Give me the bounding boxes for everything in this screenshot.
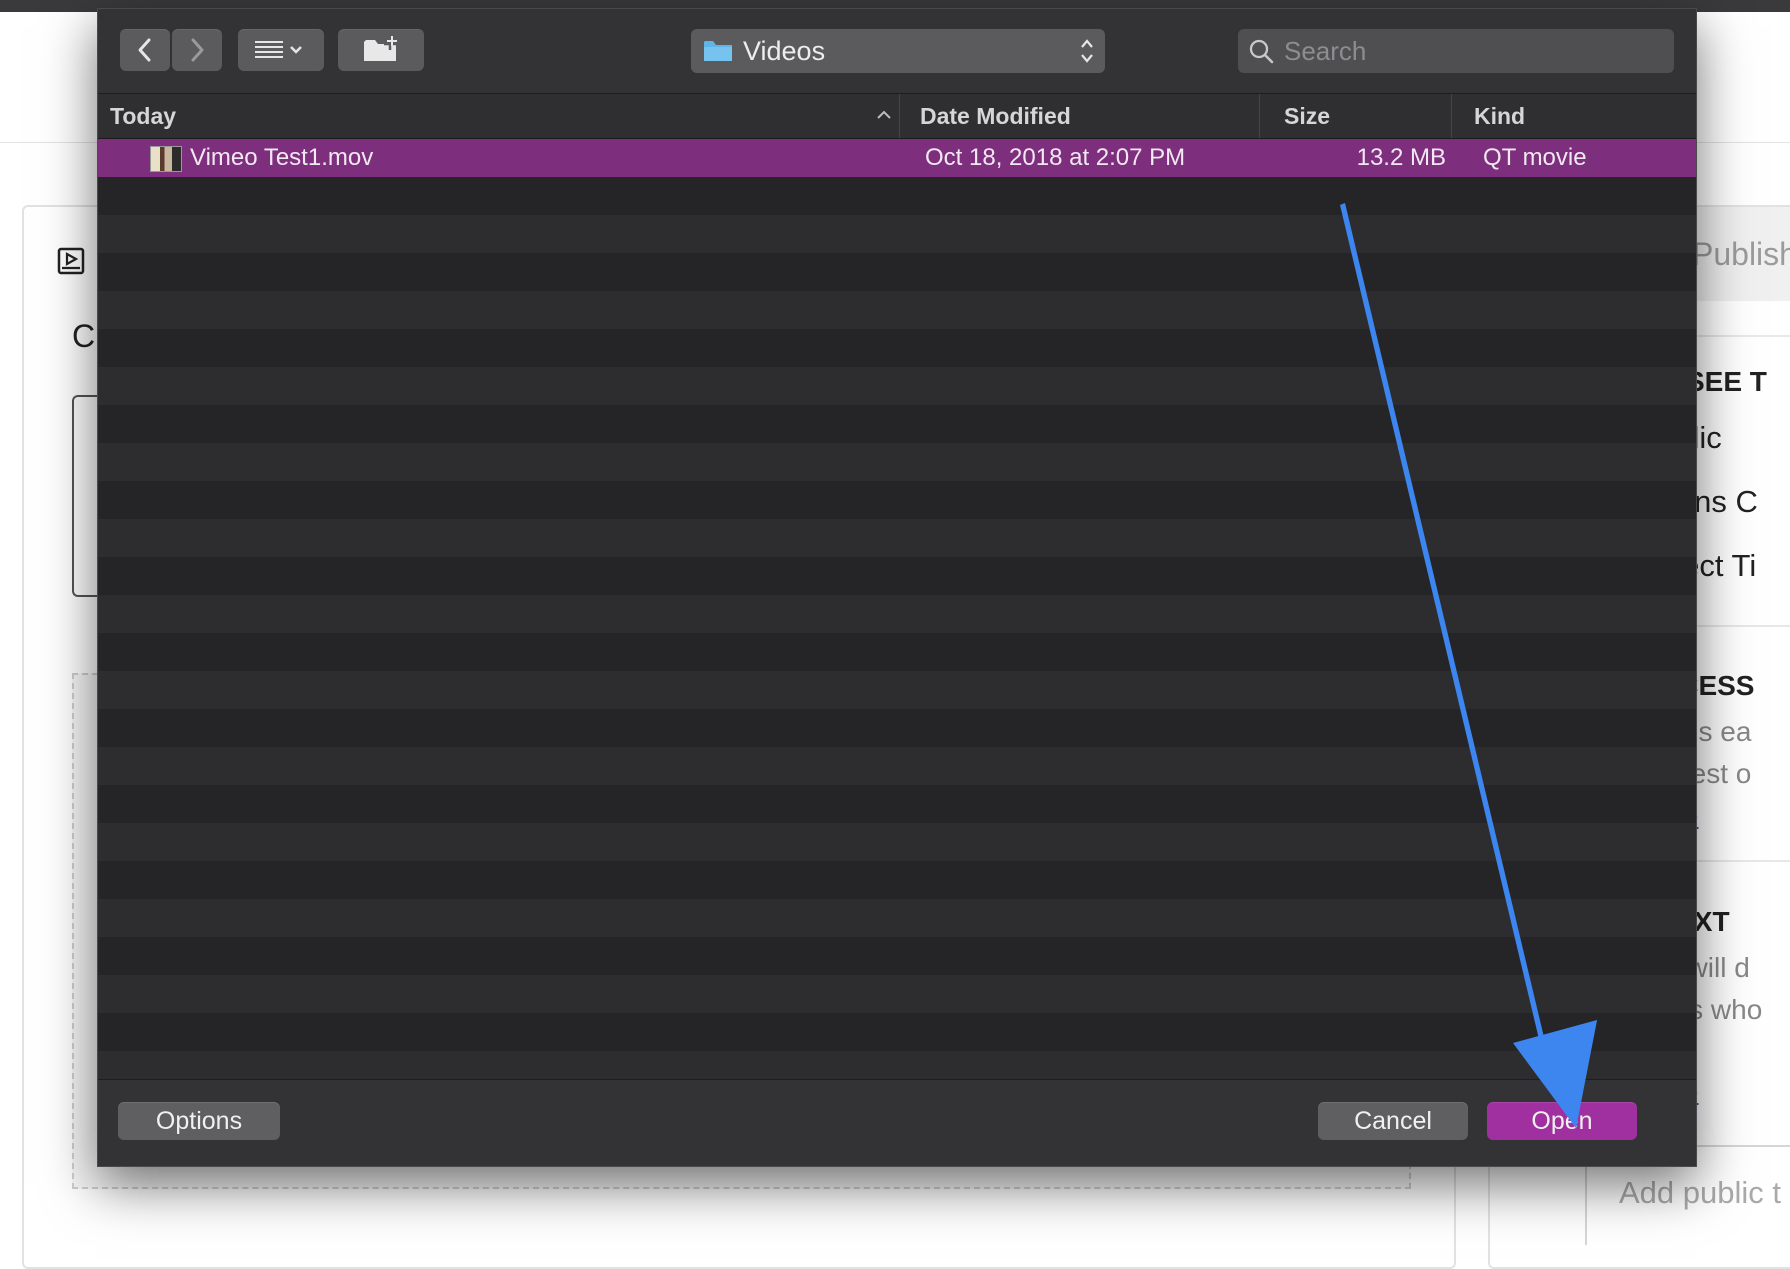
column-header-size[interactable]: Size: [1260, 94, 1452, 138]
sort-ascending-icon: [877, 110, 891, 119]
empty-row: [98, 481, 1696, 519]
column-header-bar: Today Date Modified Size Kind: [98, 94, 1696, 139]
chevron-left-icon: [138, 38, 151, 62]
new-folder-button[interactable]: [338, 29, 424, 71]
open-button[interactable]: Open: [1487, 1102, 1637, 1140]
video-post-icon: [57, 247, 85, 275]
empty-row: [98, 367, 1696, 405]
dialog-toolbar: Videos: [98, 9, 1696, 94]
list-view-icon: [255, 41, 302, 58]
empty-row: [98, 747, 1696, 785]
empty-row: [98, 1013, 1696, 1051]
options-button[interactable]: Options: [118, 1102, 280, 1140]
search-field[interactable]: [1238, 29, 1674, 73]
empty-row: [98, 709, 1696, 747]
empty-row: [98, 557, 1696, 595]
new-folder-icon: [364, 36, 397, 61]
column-header-kind[interactable]: Kind: [1452, 94, 1696, 138]
empty-row: [98, 671, 1696, 709]
cancel-button[interactable]: Cancel: [1318, 1102, 1468, 1140]
location-label: Videos: [743, 35, 826, 66]
back-button[interactable]: [120, 29, 170, 71]
movie-thumbnail-icon: [150, 146, 182, 172]
empty-row: [98, 177, 1696, 215]
empty-row: [98, 823, 1696, 861]
column-header-name[interactable]: Today: [98, 94, 900, 138]
empty-row: [98, 633, 1696, 671]
column-header-size-label: Size: [1284, 103, 1331, 129]
empty-row: [98, 861, 1696, 899]
dialog-footer: Options Cancel Open: [98, 1079, 1696, 1166]
column-header-name-label: Today: [110, 103, 177, 129]
empty-row: [98, 329, 1696, 367]
file-list: Vimeo Test1.mov Oct 18, 2018 at 2:07 PM …: [98, 139, 1696, 1089]
empty-row: [98, 595, 1696, 633]
empty-row: [98, 899, 1696, 937]
column-header-kind-label: Kind: [1474, 103, 1526, 129]
file-row-selected[interactable]: Vimeo Test1.mov Oct 18, 2018 at 2:07 PM …: [98, 139, 1696, 177]
post-title-fragment: C: [72, 318, 96, 354]
empty-row-stripes: [98, 177, 1696, 1089]
empty-row: [98, 937, 1696, 975]
search-input[interactable]: [1282, 34, 1656, 68]
column-header-date-label: Date Modified: [920, 103, 1071, 129]
file-name: Vimeo Test1.mov: [190, 144, 374, 171]
empty-row: [98, 975, 1696, 1013]
up-down-chevron-icon: [1081, 39, 1093, 63]
empty-row: [98, 519, 1696, 557]
empty-row: [98, 785, 1696, 823]
forward-button[interactable]: [172, 29, 222, 71]
empty-row: [98, 253, 1696, 291]
location-popup[interactable]: Videos: [691, 29, 1105, 73]
column-header-date-modified[interactable]: Date Modified: [900, 94, 1260, 138]
search-icon: [1249, 39, 1274, 64]
file-date-modified: Oct 18, 2018 at 2:07 PM: [925, 144, 1186, 171]
empty-row: [98, 215, 1696, 253]
file-size: 13.2 MB: [1356, 144, 1446, 171]
view-options-button[interactable]: [238, 29, 324, 71]
chevron-right-icon: [191, 38, 204, 62]
file-kind: QT movie: [1483, 144, 1587, 171]
empty-row: [98, 291, 1696, 329]
empty-row: [98, 405, 1696, 443]
folder-icon: [704, 41, 732, 61]
open-file-dialog: Videos Today Date Modified Size: [97, 8, 1697, 1167]
empty-row: [98, 443, 1696, 481]
